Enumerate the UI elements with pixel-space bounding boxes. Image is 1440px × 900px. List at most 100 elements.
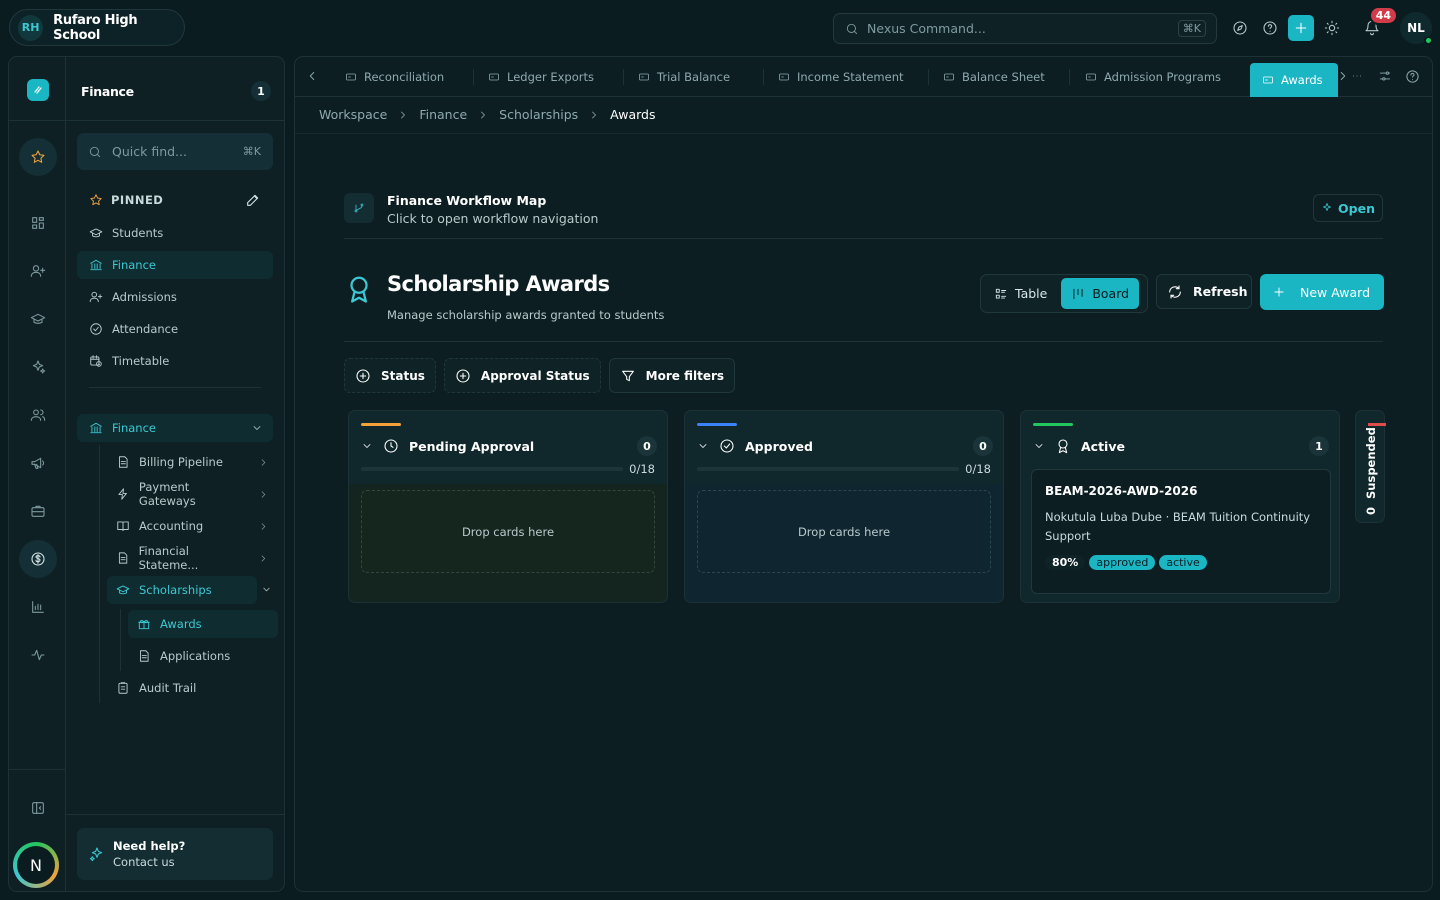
- chevron-right-icon: [481, 111, 486, 118]
- tab-label: Ledger Exports: [507, 70, 594, 84]
- chevron-right-icon: [261, 458, 266, 466]
- nav-group-finance[interactable]: Finance: [77, 414, 273, 442]
- column-progress-label: 0/18: [629, 462, 655, 476]
- nav-item-accounting[interactable]: Accounting: [107, 512, 277, 540]
- add-button[interactable]: [1288, 15, 1314, 41]
- nav-item-label: Financial Stateme...: [138, 544, 199, 572]
- award-tags: 80% approved active: [1045, 555, 1317, 570]
- help-icon[interactable]: [1405, 69, 1420, 84]
- help-title: Need help?: [113, 839, 186, 853]
- drop-zone[interactable]: Drop cards here: [697, 490, 991, 573]
- pinned-item-attendance[interactable]: Attendance: [77, 315, 273, 343]
- tab-label: Admission Programs: [1104, 70, 1222, 84]
- status-badge: active: [1159, 555, 1207, 570]
- tab-settings-sliders-icon[interactable]: [1378, 69, 1392, 83]
- command-search[interactable]: Nexus Command... ⌘K: [833, 13, 1217, 44]
- pinned-item-timetable[interactable]: Timetable: [77, 347, 273, 375]
- view-table-button[interactable]: Table: [984, 278, 1057, 309]
- tab-awards[interactable]: Awards: [1250, 63, 1338, 97]
- app-logo-icon[interactable]: [27, 79, 49, 101]
- workflow-map-banner[interactable]: Finance Workflow Map Click to open workf…: [344, 192, 1383, 239]
- rail-divider-bottom: [9, 769, 65, 770]
- chevron-left-icon[interactable]: [305, 69, 319, 83]
- favorites-star-icon[interactable]: [19, 138, 57, 176]
- edit-pencil-icon[interactable]: [245, 192, 261, 208]
- view-board-button[interactable]: Board: [1061, 278, 1140, 309]
- breadcrumb-finance[interactable]: Finance: [419, 107, 467, 122]
- more-filters-button[interactable]: More filters: [608, 358, 736, 393]
- nav-item-billing-pipeline[interactable]: Billing Pipeline: [107, 448, 277, 476]
- tab-reconciliation[interactable]: Reconciliation: [331, 57, 474, 97]
- tab-admission-programs[interactable]: Admission Programs: [1071, 57, 1246, 97]
- tab-icon: [639, 73, 649, 81]
- sidebar: N Finance 1 Quick find... ⌘K PINNED Stud…: [8, 56, 285, 892]
- megaphone-icon[interactable]: [23, 448, 53, 478]
- pinned-item-students[interactable]: Students: [77, 219, 273, 247]
- workspace-avatar[interactable]: N: [13, 842, 59, 888]
- chevron-down-icon[interactable]: [261, 584, 272, 595]
- tree-guide-line: [99, 445, 100, 703]
- compass-icon[interactable]: [1228, 14, 1252, 42]
- lightning-icon: [118, 488, 127, 500]
- new-award-button[interactable]: New Award: [1260, 274, 1384, 310]
- user-avatar[interactable]: NL: [1400, 12, 1433, 45]
- more-dots-icon[interactable]: [1350, 69, 1364, 83]
- kanban-column-suspended[interactable]: 0 Suspended: [1355, 410, 1386, 523]
- tab-income-statement[interactable]: Income Statement: [764, 57, 929, 97]
- breadcrumb-scholarships[interactable]: Scholarships: [499, 107, 578, 122]
- help-icon[interactable]: [1258, 14, 1282, 42]
- nav-item-payment-gateways[interactable]: Payment Gateways: [107, 480, 277, 508]
- nav-item-scholarships[interactable]: Scholarships: [107, 576, 257, 604]
- filter-approval-label: Approval Status: [480, 368, 590, 383]
- users-icon[interactable]: [23, 400, 53, 430]
- collapse-sidebar-icon[interactable]: [23, 793, 53, 823]
- breadcrumb-workspace[interactable]: Workspace: [319, 107, 387, 122]
- column-header: Approved 0: [697, 435, 993, 457]
- award-card[interactable]: BEAM-2026-AWD-2026 Nokutula Luba Dube · …: [1031, 469, 1331, 594]
- chevron-right-icon[interactable]: [1336, 69, 1350, 83]
- column-count: 0: [1364, 506, 1378, 515]
- notifications-button[interactable]: 44: [1360, 6, 1398, 42]
- filter-status[interactable]: Status: [344, 358, 436, 393]
- finance-dollar-icon[interactable]: [19, 540, 57, 578]
- quick-find-input[interactable]: Quick find... ⌘K: [77, 133, 273, 170]
- tab-ledger-exports[interactable]: Ledger Exports: [474, 57, 624, 97]
- award-description: Nokutula Luba Dube · BEAM Tuition Contin…: [1045, 510, 1311, 543]
- theme-toggle-sun-icon[interactable]: [1320, 14, 1344, 42]
- add-user-icon[interactable]: [23, 256, 53, 286]
- online-status-dot: [1424, 36, 1433, 45]
- plus-circle-icon: [456, 368, 470, 383]
- pinned-item-finance[interactable]: Finance: [77, 251, 273, 279]
- school-avatar: RH: [18, 14, 44, 41]
- sparkles-icon[interactable]: [23, 352, 53, 382]
- nav-item-awards[interactable]: Awards: [128, 610, 278, 638]
- approval-status-badge: approved: [1089, 555, 1156, 570]
- chevron-down-icon[interactable]: [697, 440, 709, 452]
- nav-item-applications[interactable]: Applications: [128, 642, 278, 670]
- tab-trial-balance[interactable]: Trial Balance: [624, 57, 764, 97]
- pinned-item-admissions[interactable]: Admissions: [77, 283, 273, 311]
- chevron-down-icon[interactable]: [1033, 440, 1045, 452]
- drop-zone[interactable]: Drop cards here: [361, 490, 655, 573]
- filter-approval-status[interactable]: Approval Status: [443, 358, 601, 393]
- nav-item-financial-statements[interactable]: Financial Stateme...: [107, 544, 277, 572]
- tab-balance-sheet[interactable]: Balance Sheet: [929, 57, 1070, 97]
- graduation-cap-icon[interactable]: [23, 304, 53, 334]
- column-header: Pending Approval 0: [361, 435, 657, 457]
- rail-divider: [9, 120, 65, 121]
- chevron-right-icon: [592, 111, 597, 118]
- help-card[interactable]: Need help? Contact us: [77, 828, 273, 880]
- activity-icon[interactable]: [23, 640, 53, 670]
- refresh-button[interactable]: Refresh: [1156, 274, 1252, 309]
- command-placeholder: Nexus Command...: [867, 21, 986, 36]
- nav-item-audit-trail[interactable]: Audit Trail: [107, 674, 277, 702]
- bar-chart-icon[interactable]: [23, 592, 53, 622]
- page-header: Scholarship Awards Manage scholarship aw…: [344, 272, 1384, 342]
- school-switcher[interactable]: RH Rufaro High School: [9, 9, 185, 46]
- briefcase-icon[interactable]: [23, 496, 53, 526]
- column-progress-label: 0/18: [965, 462, 991, 476]
- dashboard-grid-icon[interactable]: [23, 208, 53, 238]
- chevron-down-icon[interactable]: [361, 440, 373, 452]
- open-workflow-button[interactable]: Open: [1313, 194, 1383, 222]
- tab-label: Balance Sheet: [962, 70, 1045, 84]
